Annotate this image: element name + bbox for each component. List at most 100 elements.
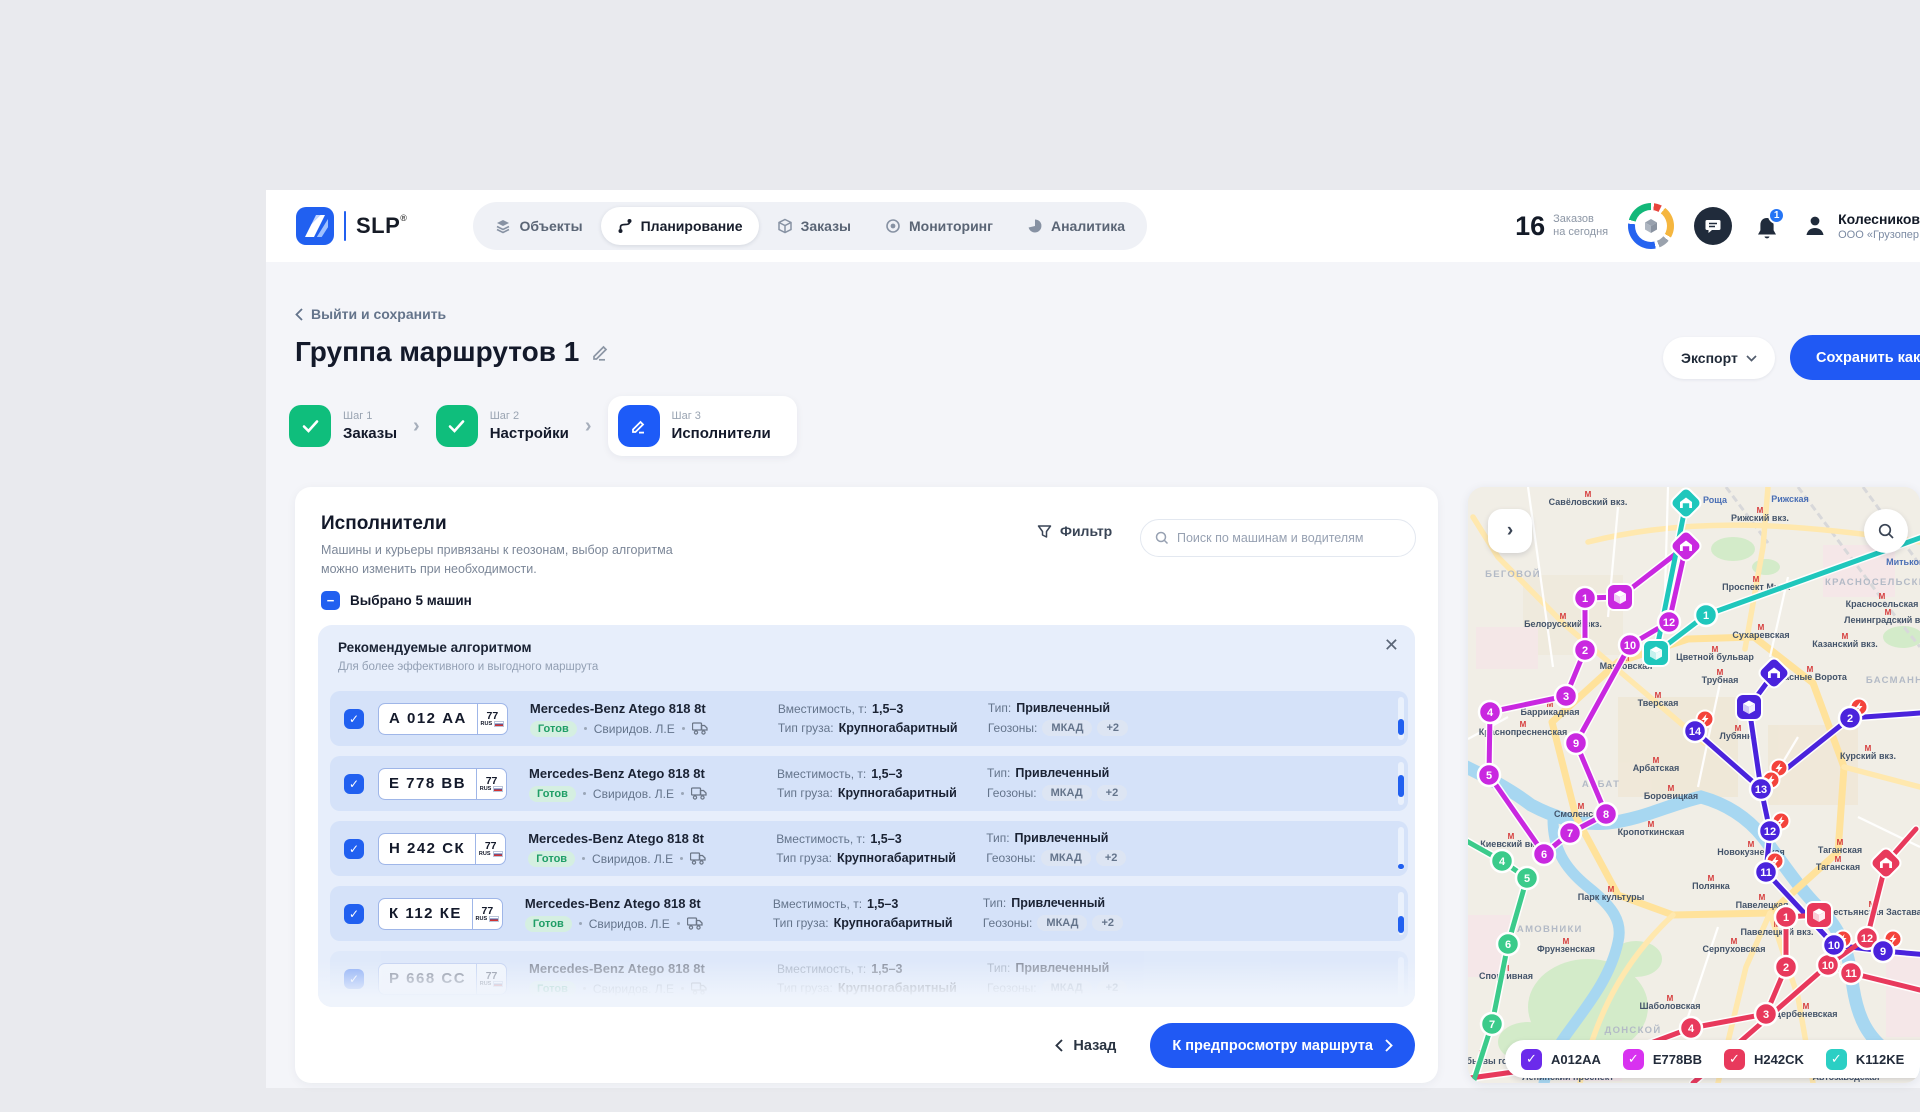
svg-text:Арбатская: Арбатская [1633,763,1680,773]
nav-item-analytics[interactable]: Аналитика [1011,207,1141,245]
row-scrollbar[interactable] [1398,892,1404,935]
stop-marker[interactable]: 7 [1481,1013,1503,1035]
geozone-pill[interactable]: +2 [1096,850,1127,866]
vehicle-row[interactable]: ✓ Н 242 СК 77 RUS Mercedes-Benz Atego 81… [330,821,1408,876]
stop-marker[interactable]: 4 [1479,701,1501,723]
exit-and-save-link[interactable]: Выйти и сохранить [295,306,446,322]
vehicle-checkbox[interactable]: ✓ [344,709,364,729]
filter-button[interactable]: Фильтр [1037,523,1112,539]
vehicle-checkbox[interactable]: ✓ [344,839,364,859]
stop-marker[interactable]: 7 [1559,822,1581,844]
stop-marker[interactable]: 2 [1839,707,1861,729]
stop-marker[interactable]: 6 [1533,843,1555,865]
stop-marker[interactable]: 14 [1684,720,1706,742]
legend-label: A012AA [1551,1052,1601,1067]
stop-marker[interactable]: 4 [1680,1017,1702,1039]
stop-marker[interactable]: 9 [1872,940,1894,962]
row-scrollbar[interactable] [1398,762,1404,805]
edit-pencil-icon[interactable] [591,343,610,362]
stop-marker[interactable]: 4 [1491,850,1513,872]
stop-marker[interactable]: 8 [1595,803,1617,825]
stop-marker[interactable]: 2 [1574,639,1596,661]
map-search-button[interactable] [1864,509,1908,553]
legend-checkbox[interactable]: ✓ [1724,1049,1745,1070]
search-input[interactable] [1177,531,1401,545]
vehicle-row[interactable]: ✓ А 012 АА 77 RUS Mercedes-Benz Atego 81… [330,691,1408,746]
legend-item[interactable]: ✓ E778BB [1623,1049,1702,1070]
legend-item[interactable]: ✓ K112KE [1826,1049,1904,1070]
row-scrollbar[interactable] [1398,957,1404,1000]
stop-marker[interactable]: 1 [1695,604,1717,626]
geozone-pill[interactable]: МКАД [1037,915,1087,931]
save-as-template-button[interactable]: Сохранить как ш [1790,335,1920,380]
geozone-pill[interactable]: МКАД [1042,785,1092,801]
row-scrollbar[interactable] [1398,827,1404,870]
vehicle-checkbox[interactable]: ✓ [344,969,364,989]
stop-marker[interactable]: 9 [1565,732,1587,754]
nav-item-objects[interactable]: Объекты [479,207,598,245]
pickup-marker[interactable] [1607,584,1633,610]
step-orders[interactable]: Шаг 1Заказы [289,405,397,447]
geozone-pill[interactable]: МКАД [1041,850,1091,866]
search-box[interactable] [1140,519,1416,557]
driver-name: Свиридов. Л.Е [592,852,673,866]
stop-marker[interactable]: 12 [1658,611,1680,633]
legend-checkbox[interactable]: ✓ [1623,1049,1644,1070]
pencil-icon [618,405,660,447]
legend-item[interactable]: ✓ A012AA [1521,1049,1601,1070]
geozone-pill[interactable]: +2 [1092,915,1123,931]
pickup-marker[interactable] [1806,902,1832,928]
map-panel[interactable]: МСавёловский вкз.РижскаяРощаМРижский вкз… [1468,487,1920,1083]
stop-marker[interactable]: 11 [1840,962,1862,984]
legend-item[interactable]: ✓ H242CK [1724,1049,1804,1070]
stop-marker[interactable]: 6 [1497,933,1519,955]
step-settings[interactable]: Шаг 2Настройки [436,405,569,447]
select-all-checkbox[interactable]: − [321,591,340,610]
vehicle-checkbox[interactable]: ✓ [344,904,364,924]
geozone-pill[interactable]: +2 [1097,720,1128,736]
vehicle-checkbox[interactable]: ✓ [344,774,364,794]
stop-marker[interactable]: 10 [1823,934,1845,956]
chat-button[interactable] [1694,207,1732,245]
stop-marker[interactable]: 10 [1619,634,1641,656]
stop-marker[interactable]: 3 [1755,1003,1777,1025]
stop-marker[interactable]: 5 [1516,867,1538,889]
vehicle-row[interactable]: ✓ К 112 КЕ 77 RUS Mercedes-Benz Atego 81… [330,886,1408,941]
close-icon[interactable]: ✕ [1384,635,1399,656]
map-expand-button[interactable]: › [1488,509,1532,553]
pickup-marker[interactable] [1643,640,1669,666]
map-canvas[interactable]: МСавёловский вкз.РижскаяРощаМРижский вкз… [1468,487,1920,1083]
stop-marker[interactable]: 13 [1750,778,1772,800]
stop-marker[interactable]: 11 [1755,861,1777,883]
step-executors[interactable]: Шаг 3Исполнители [608,396,797,456]
geozone-pill[interactable]: МКАД [1042,980,1092,996]
geozone-pill[interactable]: +2 [1097,980,1128,996]
legend-checkbox[interactable]: ✓ [1521,1049,1542,1070]
stop-marker[interactable]: 12 [1759,820,1781,842]
vehicle-name: Mercedes-Benz Atego 818 8t [530,701,778,716]
route-preview-button[interactable]: К предпросмотру маршрута [1150,1023,1415,1068]
russia-flag-icon [489,916,499,922]
notifications-button[interactable]: 1 [1752,209,1782,243]
stop-marker[interactable]: 2 [1775,956,1797,978]
pickup-marker[interactable] [1736,694,1762,720]
legend-checkbox[interactable]: ✓ [1826,1049,1847,1070]
back-button[interactable]: Назад [1055,1038,1116,1054]
nav-item-monitoring[interactable]: Мониторинг [869,207,1009,245]
chevron-down-icon [1746,355,1757,362]
export-button[interactable]: Экспорт [1663,337,1775,379]
stop-marker[interactable]: 1 [1775,906,1797,928]
geozone-pill[interactable]: +2 [1097,785,1128,801]
nav-item-orders[interactable]: Заказы [761,207,867,245]
row-scrollbar[interactable] [1398,697,1404,740]
vehicle-row[interactable]: ✓ Е 778 ВВ 77 RUS Mercedes-Benz Atego 81… [330,756,1408,811]
user-menu[interactable]: Колесников ООО «Грузопер [1802,211,1920,241]
select-all-row[interactable]: − Выбрано 5 машин [321,591,472,610]
geozone-pill[interactable]: МКАД [1042,720,1092,736]
stop-marker[interactable]: 1 [1574,587,1596,609]
stop-marker[interactable]: 10 [1817,954,1839,976]
vehicle-row[interactable]: ✓ Р 668 СС 77 RUS Mercedes-Benz Atego 81… [330,951,1408,1006]
stop-marker[interactable]: 5 [1478,764,1500,786]
nav-item-planning[interactable]: Планирование [601,207,759,245]
stop-marker[interactable]: 3 [1555,685,1577,707]
